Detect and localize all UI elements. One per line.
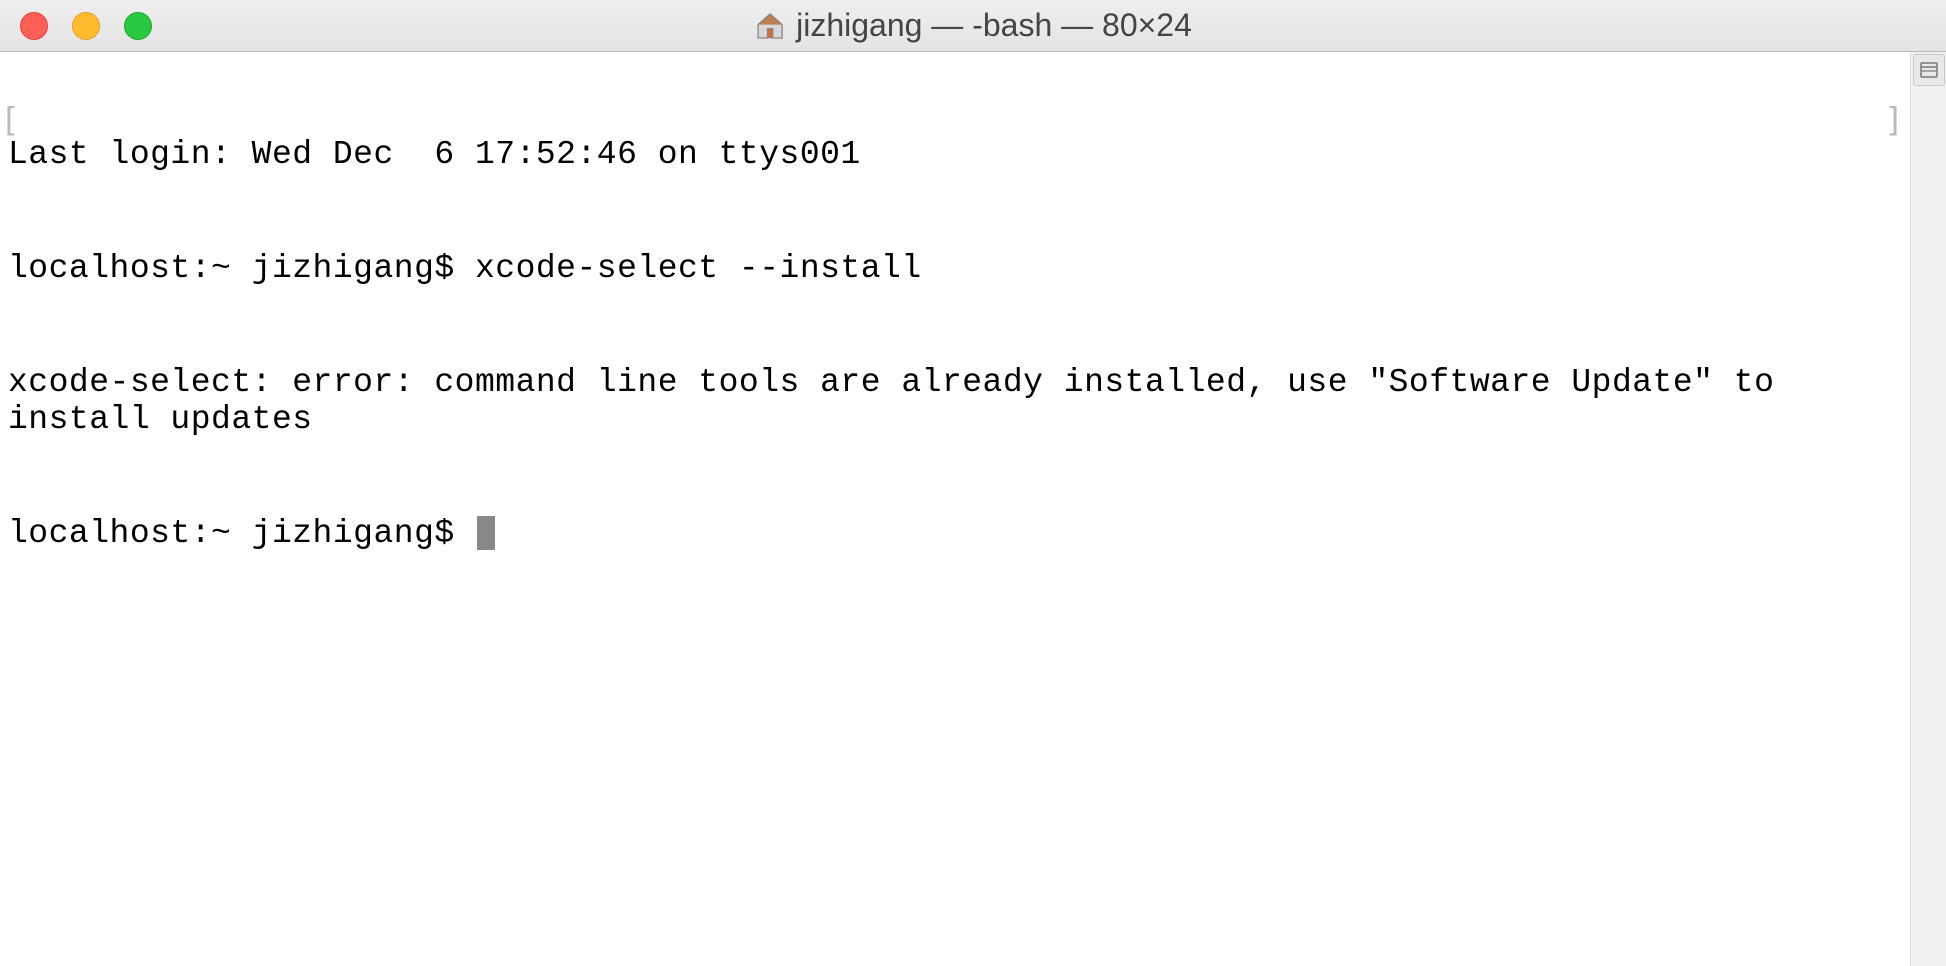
minimize-button[interactable] <box>72 12 100 40</box>
zoom-button[interactable] <box>124 12 152 40</box>
scrollbar-gutter[interactable] <box>1910 52 1946 966</box>
window-title-container: jizhigang — -bash — 80×24 <box>754 7 1192 44</box>
cursor <box>477 516 495 550</box>
terminal-body: [ ] Last login: Wed Dec 6 17:52:46 on tt… <box>0 52 1946 966</box>
close-button[interactable] <box>20 12 48 40</box>
terminal-window: jizhigang — -bash — 80×24 [ ] Last login… <box>0 0 1946 966</box>
terminal-line: localhost:~ jizhigang$ xcode-select --in… <box>8 250 1902 288</box>
traffic-lights <box>0 12 152 40</box>
terminal-content[interactable]: Last login: Wed Dec 6 17:52:46 on ttys00… <box>0 52 1910 966</box>
terminal-prompt: localhost:~ jizhigang$ <box>8 515 475 552</box>
terminal-line: xcode-select: error: command line tools … <box>8 364 1902 440</box>
window-title: jizhigang — -bash — 80×24 <box>796 7 1192 44</box>
terminal-line: Last login: Wed Dec 6 17:52:46 on ttys00… <box>8 136 1902 174</box>
alternate-screen-button[interactable] <box>1913 54 1945 86</box>
home-icon <box>754 10 786 42</box>
window-titlebar[interactable]: jizhigang — -bash — 80×24 <box>0 0 1946 52</box>
terminal-prompt-line: localhost:~ jizhigang$ <box>8 515 1902 553</box>
